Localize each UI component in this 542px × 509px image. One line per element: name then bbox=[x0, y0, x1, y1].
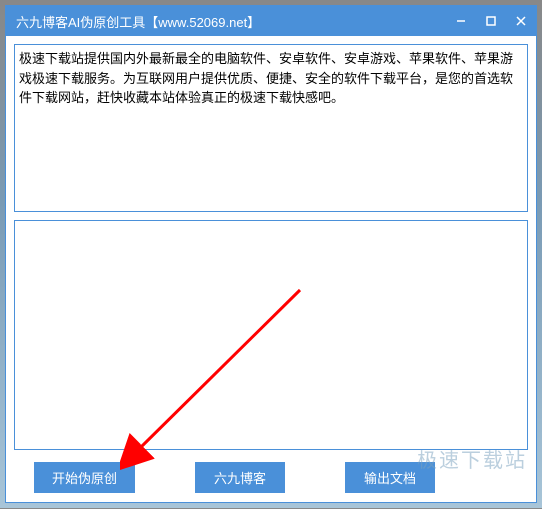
input-textarea[interactable] bbox=[14, 44, 528, 212]
output-textarea[interactable] bbox=[14, 220, 528, 450]
maximize-icon bbox=[486, 16, 496, 26]
close-icon bbox=[516, 16, 526, 26]
titlebar: 六九博客AI伪原创工具【www.52069.net】 bbox=[6, 6, 536, 36]
start-button[interactable]: 开始伪原创 bbox=[34, 462, 135, 493]
window-controls bbox=[446, 6, 536, 36]
content-area: 开始伪原创 六九博客 输出文档 bbox=[6, 36, 536, 509]
button-row: 开始伪原创 六九博客 输出文档 bbox=[14, 458, 528, 501]
minimize-icon bbox=[456, 16, 466, 26]
window-title: 六九博客AI伪原创工具【www.52069.net】 bbox=[16, 12, 446, 31]
export-button[interactable]: 输出文档 bbox=[345, 462, 435, 493]
maximize-button[interactable] bbox=[476, 6, 506, 36]
minimize-button[interactable] bbox=[446, 6, 476, 36]
close-button[interactable] bbox=[506, 6, 536, 36]
app-window: 六九博客AI伪原创工具【www.52069.net】 开始伪原创 六九博客 输出… bbox=[5, 5, 537, 503]
blog-button[interactable]: 六九博客 bbox=[195, 462, 285, 493]
